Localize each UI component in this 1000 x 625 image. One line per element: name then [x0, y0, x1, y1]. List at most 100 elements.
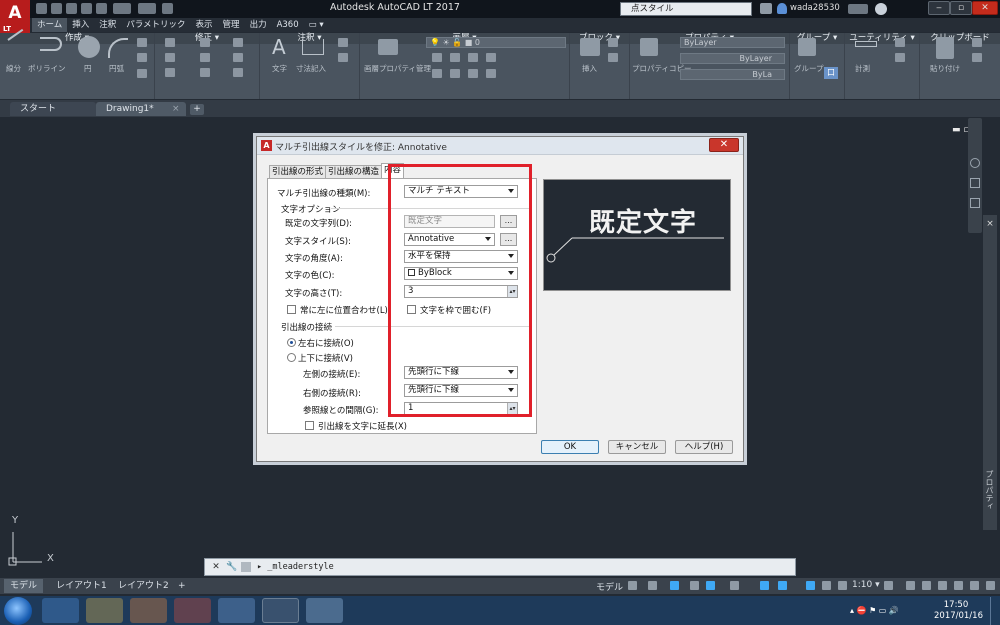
layer-properties-icon[interactable] [378, 39, 398, 55]
snap-icon[interactable] [648, 581, 657, 590]
navigation-bar[interactable] [968, 118, 982, 233]
color-dropdown[interactable]: ByLayer [680, 37, 785, 48]
hardware-acceleration-icon[interactable] [938, 581, 947, 590]
minimize-window-button[interactable]: ‒ [928, 1, 950, 15]
help-search-input[interactable]: 点スタイル [620, 2, 752, 16]
qat-dropdown-icon[interactable] [162, 3, 173, 14]
ribbon-tab-home[interactable]: ホーム [32, 18, 68, 32]
scale-tool-icon[interactable] [200, 68, 210, 77]
isolate-icon[interactable] [922, 581, 931, 590]
binoculars-icon[interactable] [760, 3, 772, 14]
trim-tool-icon[interactable] [233, 38, 243, 47]
zoom-icon[interactable] [970, 198, 980, 208]
lineweight-icon[interactable] [760, 581, 769, 590]
copy-tool-icon[interactable] [165, 53, 175, 62]
auto-scale-icon[interactable] [822, 581, 831, 590]
paint-icon[interactable] [306, 598, 343, 623]
autocad-taskbar-icon[interactable] [262, 598, 299, 623]
application-menu-button[interactable]: A LT [0, 0, 30, 34]
tab-layout2[interactable]: レイアウト2 [112, 579, 175, 593]
cancel-button[interactable]: キャンセル [608, 440, 666, 454]
plus-icon[interactable] [906, 581, 915, 590]
thunderbird-icon[interactable] [218, 598, 255, 623]
circle-tool-icon[interactable] [78, 36, 100, 58]
array-tool-icon[interactable] [233, 68, 243, 77]
pan-icon[interactable] [970, 178, 980, 188]
layer-tool-7-icon[interactable] [468, 69, 478, 78]
edit-block-icon[interactable] [608, 53, 618, 62]
ribbon-tab-extra[interactable]: ▭ ▾ [304, 18, 329, 32]
horizontal-attachment-radio[interactable] [287, 338, 296, 347]
layer-tool-5-icon[interactable] [432, 69, 442, 78]
tab-layout1[interactable]: レイアウト1 [50, 579, 113, 593]
fillet-tool-icon[interactable] [233, 53, 243, 62]
ribbon-tab-manage[interactable]: 管理 [218, 18, 245, 32]
ribbon-tab-insert[interactable]: 挿入 [67, 18, 94, 32]
layer-tool-3-icon[interactable] [468, 53, 478, 62]
windows-start-button[interactable] [4, 597, 32, 625]
rectangle-tool-icon[interactable] [137, 38, 147, 47]
wrench-icon[interactable]: 🔧 [226, 562, 237, 572]
new-file-icon[interactable] [36, 3, 47, 14]
print-icon[interactable] [96, 3, 107, 14]
mirror-tool-icon[interactable] [200, 53, 210, 62]
gear-icon[interactable] [884, 581, 893, 590]
stretch-tool-icon[interactable] [165, 68, 175, 77]
rotate-tool-icon[interactable] [200, 38, 210, 47]
ribbon-tab-parametric[interactable]: パラメトリック [121, 18, 190, 32]
otrack-icon[interactable] [730, 581, 739, 590]
panel-clipboard-title[interactable]: クリップボード [920, 33, 1000, 44]
ribbon-tab-output[interactable]: 出力 [245, 18, 272, 32]
table-tool-icon[interactable] [338, 53, 348, 62]
ok-button[interactable]: OK [541, 440, 599, 454]
system-tray-icons[interactable]: ▴ ⛔ ⚑ ▭ 🔊 [850, 606, 920, 616]
tab-model[interactable]: モデル [4, 579, 44, 593]
cut-icon[interactable] [972, 38, 982, 47]
utility-tool-2-icon[interactable] [895, 53, 905, 62]
annotation-scale-dropdown[interactable]: 1:10 ▾ [852, 580, 880, 590]
paste-icon[interactable] [936, 37, 954, 59]
annotation-visibility-icon[interactable] [806, 581, 815, 590]
leader-tool-icon[interactable] [338, 38, 348, 47]
help-button[interactable]: ヘルプ(H) [675, 440, 733, 454]
customization-menu-icon[interactable] [986, 581, 995, 590]
internet-explorer-icon[interactable] [42, 598, 79, 623]
tab-add-layout[interactable]: + [172, 579, 192, 593]
lineweight-dropdown[interactable]: ByLa [680, 69, 785, 80]
layer-tool-6-icon[interactable] [450, 69, 460, 78]
maximize-window-button[interactable]: ▫ [950, 1, 972, 15]
file-explorer-icon[interactable] [86, 598, 123, 623]
linetype-dropdown[interactable]: ByLayer [680, 53, 785, 64]
annotation-scale-icon[interactable] [838, 581, 847, 590]
tab-leader-format[interactable]: 引出線の形式 [269, 165, 327, 179]
chrome-icon[interactable] [174, 598, 211, 623]
command-input[interactable]: ▸ _mleaderstyle [257, 562, 334, 572]
extend-leader-checkbox[interactable] [305, 421, 314, 430]
save-as-icon[interactable] [81, 3, 92, 14]
open-file-icon[interactable] [51, 3, 62, 14]
palette-close-icon[interactable]: × [985, 219, 995, 229]
vertical-attachment-radio[interactable] [287, 353, 296, 362]
show-desktop-button[interactable] [990, 597, 1000, 625]
match-properties-icon[interactable] [640, 38, 658, 56]
always-left-checkbox[interactable] [287, 305, 296, 314]
close-window-button[interactable]: ✕ [972, 1, 998, 15]
close-command-icon[interactable]: ✕ [211, 562, 221, 572]
layer-tool-2-icon[interactable] [450, 53, 460, 62]
create-block-icon[interactable] [608, 38, 618, 47]
layer-tool-1-icon[interactable] [432, 53, 442, 62]
tab-drawing1[interactable]: Drawing1* × [96, 102, 186, 116]
clean-screen-icon[interactable] [954, 581, 963, 590]
fullscreen-icon[interactable] [970, 581, 979, 590]
panel-draw-title[interactable]: 作成 ▾ [0, 33, 154, 44]
osnap-icon[interactable] [706, 581, 715, 590]
user-name[interactable]: wada28530 [790, 3, 840, 13]
save-icon[interactable] [66, 3, 77, 14]
dialog-close-button[interactable]: ✕ [709, 138, 739, 152]
exchange-apps-icon[interactable] [848, 4, 868, 14]
group-select-icon[interactable]: 口 [824, 67, 838, 79]
copy-clip-icon[interactable] [972, 53, 982, 62]
polar-icon[interactable] [690, 581, 699, 590]
transparency-icon[interactable] [778, 581, 787, 590]
redo-icon[interactable] [138, 3, 156, 14]
